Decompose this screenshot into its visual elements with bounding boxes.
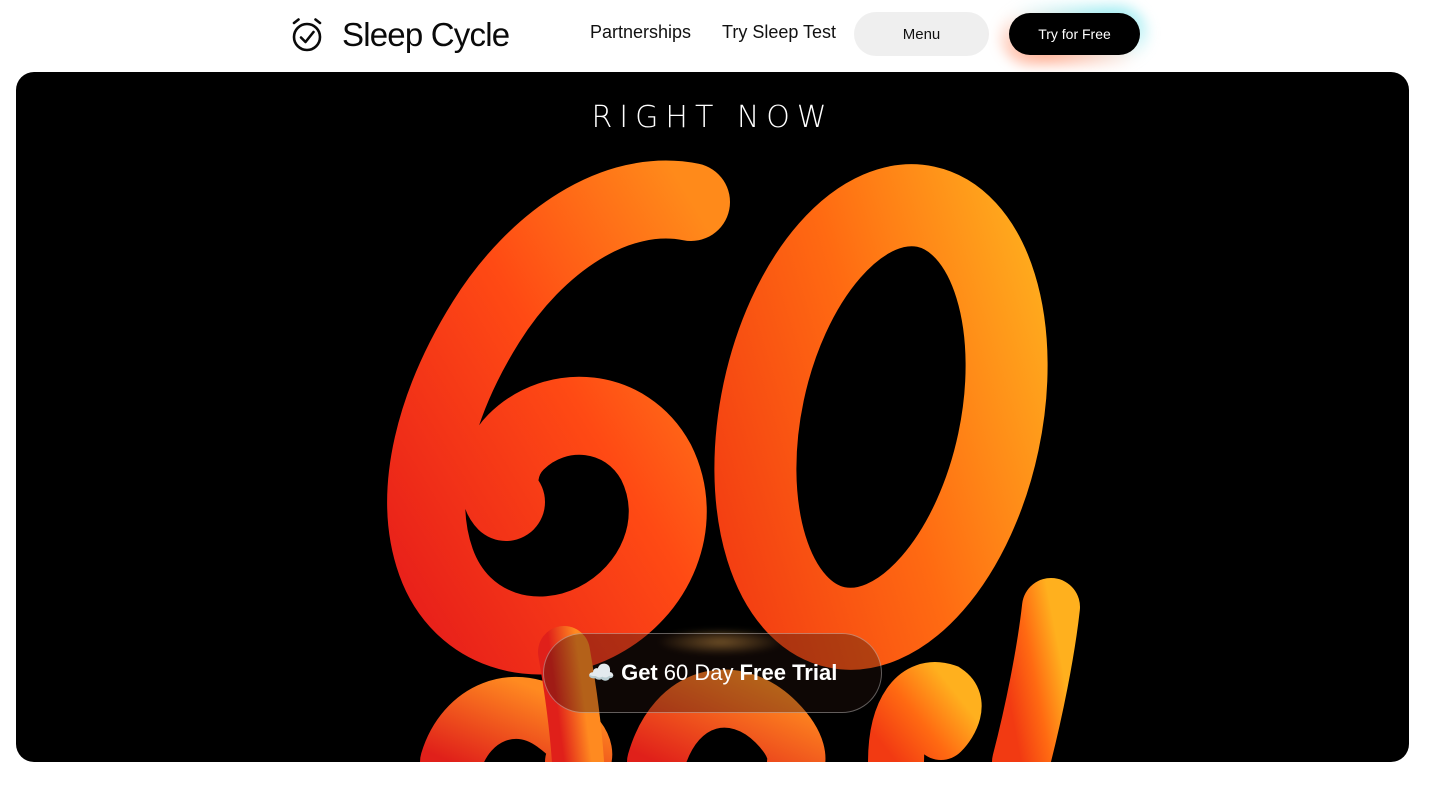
hero-banner: RIGHT NOW ☁️ Get 60 Day Free Trial [16,72,1409,762]
trial-label-days: 60 Day [663,660,734,685]
get-free-trial-button[interactable]: ☁️ Get 60 Day Free Trial [543,633,882,713]
nav-link-try-sleep-test[interactable]: Try Sleep Test [722,22,836,43]
brand-name: Sleep Cycle [342,16,510,53]
try-for-free-button[interactable]: Try for Free [1009,13,1140,55]
nav-link-partnerships[interactable]: Partnerships [590,22,691,43]
alarm-clock-check-icon [292,18,322,52]
menu-button[interactable]: Menu [854,12,989,56]
hero-eyebrow: RIGHT NOW [591,100,834,135]
cloud-icon: ☁️ [587,660,616,685]
trial-label-free-trial: Free Trial [739,660,838,685]
trial-label-get: Get [621,660,658,685]
brand-home-link[interactable]: Sleep Cycle [290,15,510,55]
top-navigation: Sleep Cycle Partnerships Try Sleep Test … [0,0,1440,68]
